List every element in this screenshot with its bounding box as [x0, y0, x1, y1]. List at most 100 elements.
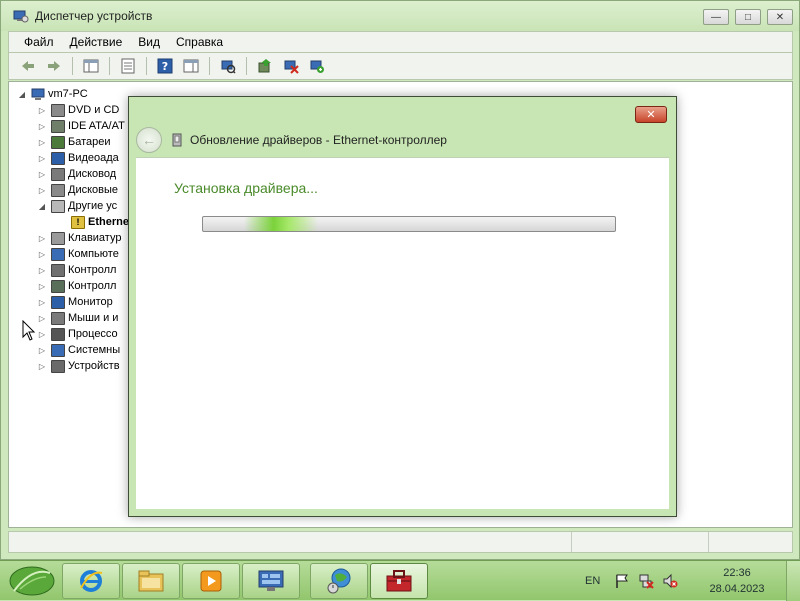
expand-icon[interactable]: ▷: [37, 330, 47, 339]
menu-view[interactable]: Вид: [131, 33, 167, 52]
device-category-icon: [51, 103, 65, 117]
expand-icon[interactable]: ▷: [37, 266, 47, 275]
menu-bar: Файл Действие Вид Справка: [8, 31, 793, 52]
start-button[interactable]: [6, 563, 56, 599]
tree-item-label: Устройств: [68, 360, 120, 372]
menu-file[interactable]: Файл: [17, 33, 61, 52]
tree-category-item[interactable]: ▷ Процессо: [37, 326, 129, 342]
tree-item-label: Etherne: [88, 216, 129, 228]
toolbar: ?: [8, 52, 793, 80]
tree-category-item[interactable]: ▷ Дисковод: [37, 166, 129, 182]
taskbar-device-manager-button[interactable]: [370, 563, 428, 599]
expand-icon[interactable]: ▷: [37, 298, 47, 307]
tree-category-item[interactable]: ▷ Батареи: [37, 134, 129, 150]
uninstall-device-button[interactable]: [306, 55, 328, 77]
tree-category-item[interactable]: ▷ Устройств: [37, 358, 129, 374]
tree-item-label: Дисковод: [68, 168, 117, 180]
update-driver-button[interactable]: [254, 55, 276, 77]
tree-category-item[interactable]: ▷ Клавиатур: [37, 230, 129, 246]
taskbar-media-player-button[interactable]: [182, 563, 240, 599]
tree-category-item[interactable]: ▷ DVD и CD: [37, 102, 129, 118]
tree-root[interactable]: ◢ vm7-PC: [17, 86, 129, 102]
device-category-icon: [51, 343, 65, 357]
tree-item-label: Клавиатур: [68, 232, 122, 244]
system-tray: EN: [585, 561, 678, 601]
progress-glow: [244, 217, 319, 231]
taskbar-control-panel-button[interactable]: [242, 563, 300, 599]
taskbar-ie-button[interactable]: [62, 563, 120, 599]
scan-hardware-icon: [221, 60, 236, 74]
expand-icon[interactable]: ▷: [37, 250, 47, 259]
help-icon: ?: [157, 58, 173, 74]
taskbar-network-button[interactable]: [310, 563, 368, 599]
toolbar-separator: [246, 57, 247, 75]
toolbar-separator: [209, 57, 210, 75]
ethernet-connector-icon: [172, 133, 182, 147]
device-category-icon: [51, 199, 65, 213]
expand-icon[interactable]: ▷: [37, 154, 47, 163]
expand-icon[interactable]: ▷: [37, 362, 47, 371]
computer-icon: [31, 88, 45, 100]
device-category-icon: [51, 151, 65, 165]
help-button[interactable]: ?: [154, 55, 176, 77]
collapse-icon[interactable]: ◢: [17, 90, 27, 99]
expand-icon[interactable]: ▷: [37, 122, 47, 131]
device-category-icon: [51, 135, 65, 149]
close-button[interactable]: ✕: [767, 9, 793, 25]
expand-icon[interactable]: ▷: [37, 186, 47, 195]
minimize-button[interactable]: —: [703, 9, 729, 25]
dialog-close-button[interactable]: ✕: [635, 106, 667, 123]
forward-button[interactable]: [43, 55, 65, 77]
tree-category-item[interactable]: ▷ Системны: [37, 342, 129, 358]
expand-icon[interactable]: ▷: [37, 138, 47, 147]
device-category-icon: [51, 295, 65, 309]
svg-text:?: ?: [162, 60, 168, 73]
tree-category-item[interactable]: ▷ Компьюте: [37, 246, 129, 262]
tree-child-item[interactable]: ! Etherne: [57, 214, 129, 230]
tree-category-item[interactable]: ▷ Контролл: [37, 262, 129, 278]
window-titlebar[interactable]: Диспетчер устройств — □ ✕: [1, 1, 799, 31]
menu-action[interactable]: Действие: [63, 33, 130, 52]
expand-icon[interactable]: ▷: [37, 346, 47, 355]
volume-muted-icon[interactable]: [662, 573, 678, 589]
warning-device-icon: !: [71, 215, 85, 229]
maximize-button[interactable]: □: [735, 9, 761, 25]
expand-icon[interactable]: ▷: [37, 282, 47, 291]
tree-item-label: Другие ус: [68, 200, 118, 212]
action-pane-icon: [183, 59, 199, 73]
expand-icon[interactable]: ▷: [37, 106, 47, 115]
back-button[interactable]: [17, 55, 39, 77]
scan-hardware-button[interactable]: [217, 55, 239, 77]
tree-category-item[interactable]: ▷ Дисковые: [37, 182, 129, 198]
show-desktop-button[interactable]: [786, 561, 800, 601]
expand-icon[interactable]: ▷: [37, 170, 47, 179]
tree-item-label: Контролл: [68, 280, 117, 292]
tree-category-item[interactable]: ▷ Монитор: [37, 294, 129, 310]
tree-category-item[interactable]: ▷ Видеоада: [37, 150, 129, 166]
tree-category-item[interactable]: ▷ IDE ATA/AT: [37, 118, 129, 134]
taskbar-explorer-button[interactable]: [122, 563, 180, 599]
status-bar: [8, 531, 793, 553]
action-pane-button[interactable]: [180, 55, 202, 77]
language-indicator[interactable]: EN: [585, 575, 600, 587]
disable-device-button[interactable]: [280, 55, 302, 77]
menu-help[interactable]: Справка: [169, 33, 230, 52]
show-hide-tree-button[interactable]: [80, 55, 102, 77]
expand-icon[interactable]: ▷: [37, 314, 47, 323]
dialog-title: Обновление драйверов - Ethernet-контролл…: [190, 133, 447, 147]
disable-device-icon: [284, 60, 299, 74]
network-icon[interactable]: [638, 573, 654, 589]
expand-icon[interactable]: ▷: [37, 234, 47, 243]
collapse-icon[interactable]: ◢: [37, 202, 47, 211]
install-progress-bar: [202, 216, 616, 232]
tree-category-item[interactable]: ◢ Другие ус: [37, 198, 129, 214]
properties-button[interactable]: [117, 55, 139, 77]
action-center-flag-icon[interactable]: [614, 573, 630, 589]
update-driver-icon: [258, 59, 271, 73]
install-heading: Установка драйвера...: [174, 180, 318, 196]
taskbar-clock[interactable]: 22:36 28.04.2023: [700, 565, 774, 597]
dialog-back-button[interactable]: ←: [136, 127, 162, 153]
tree-category-item[interactable]: ▷ Мыши и и: [37, 310, 129, 326]
tree-category-item[interactable]: ▷ Контролл: [37, 278, 129, 294]
tree-item-label: Дисковые: [68, 184, 119, 196]
